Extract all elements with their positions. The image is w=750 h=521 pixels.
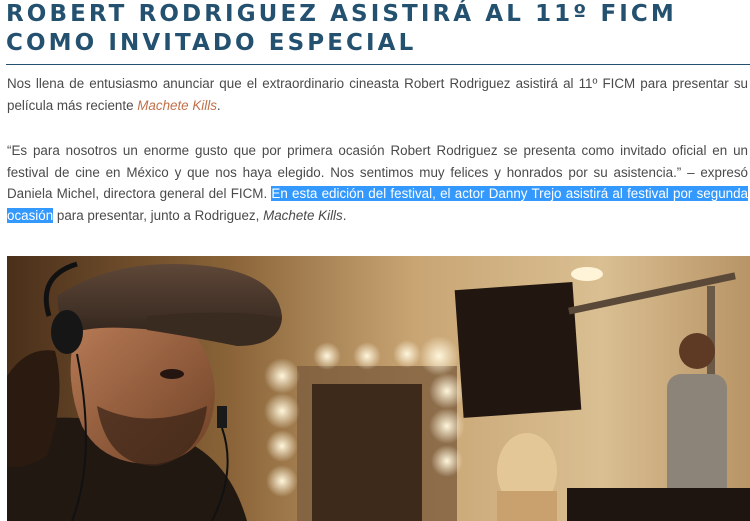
- intro-paragraph: Nos llena de entusiasmo anunciar que el …: [7, 73, 748, 116]
- quote-paragraph: “Es para nosotros un enorme gusto que po…: [7, 140, 748, 226]
- photo-illustration: [7, 256, 750, 521]
- film-title: Machete Kills: [263, 207, 343, 223]
- machete-kills-link[interactable]: Machete Kills: [137, 98, 217, 113]
- article-headline: ROBERT RODRIGUEZ ASISTIRÁ AL 11º FICM CO…: [6, 1, 677, 56]
- intro-text: Nos llena de entusiasmo anunciar que el …: [7, 76, 748, 113]
- intro-end: .: [216, 97, 221, 113]
- quote-continuation: para presentar, junto a Rodriguez,: [53, 207, 264, 223]
- article: ROBERT RODRIGUEZ ASISTIRÁ AL 11º FICM CO…: [0, 0, 750, 521]
- article-photo: [7, 256, 750, 521]
- headline-divider: [6, 64, 750, 65]
- quote-end: .: [342, 207, 347, 223]
